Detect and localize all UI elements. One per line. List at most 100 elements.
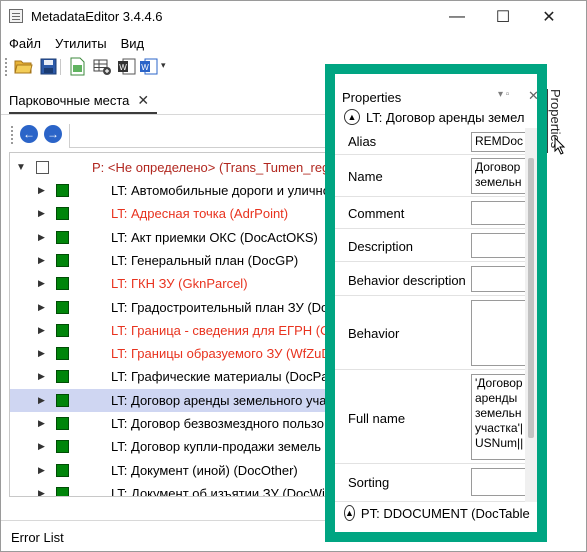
tree-row[interactable]: ▶ LT: Адресная точка (AdrPoint) [10,202,333,225]
tree-row[interactable]: ▶ LT: Графические материалы (DocPart [10,365,334,388]
tree-row[interactable]: ▶ LT: Акт приемки ОКС (DocActOKS) [10,226,333,249]
app-icon [9,9,23,23]
toolbar-overflow-icon[interactable]: ▾ [161,60,166,71]
properties-header: Properties ▾ ▫ ✕ [335,88,537,106]
scrollbar-thumb[interactable] [528,158,534,438]
prop-row-comment: Comment [335,197,531,229]
prop-row-name: Name Договор земельн [335,155,531,197]
expand-arrow-icon[interactable]: ▶ [38,232,48,243]
forward-arrow-icon[interactable]: → [44,125,62,143]
word-template-icon[interactable]: W [139,57,158,76]
maximize-button[interactable]: ☐ [480,1,526,32]
bottom-divider [1,520,331,521]
chevron-up-icon[interactable]: ▲ [344,505,355,521]
expand-arrow-icon[interactable]: ▶ [38,488,48,496]
name-field[interactable]: Договор земельн [471,158,531,194]
section-header[interactable]: ▲ PT: DDOCUMENT (DocTable [335,502,530,524]
back-arrow-icon[interactable]: ← [20,125,38,143]
tree-row[interactable]: ▶ LT: ГКН ЗУ (GknParcel) [10,272,333,295]
expand-arrow-icon[interactable]: ▶ [38,185,48,196]
properties-scrollbar[interactable] [525,128,537,502]
tab-close-icon[interactable]: ✕ [137,92,149,109]
word-export-icon[interactable]: W [117,57,136,76]
prop-row-behavior: Behavior [335,296,531,370]
path-combobox[interactable] [69,124,331,148]
save-icon[interactable] [39,57,58,76]
expand-arrow-icon[interactable]: ▶ [38,278,48,289]
tree-row[interactable]: ▶ LT: Генеральный план (DocGP) [10,249,333,272]
status-square-icon [56,277,69,291]
expand-arrow-icon[interactable]: ▶ [38,208,48,219]
expand-arrow-icon[interactable]: ▶ [38,348,48,359]
expand-arrow-icon[interactable]: ▶ [38,371,48,382]
status-square-icon [56,184,69,197]
tree-row[interactable]: ▶ LT: Договор купли-продажи земель [10,435,333,458]
title-bar: MetadataEditor 3.4.4.6 — ☐ ✕ [1,1,586,32]
expand-arrow-icon[interactable]: ▶ [38,395,48,406]
expand-arrow-icon[interactable]: ▶ [38,302,48,313]
status-square-icon [56,417,69,430]
status-square-icon [56,300,69,314]
table-add-icon[interactable] [93,57,112,76]
prop-row-description: Description [335,229,531,262]
comment-field[interactable] [471,201,531,225]
status-square-icon [56,253,69,267]
expand-arrow-icon[interactable]: ▶ [38,255,48,266]
nav-toolbar-grip[interactable] [11,126,14,144]
tree-row[interactable]: ▶ LT: Градостроительный план ЗУ (Doc [10,296,334,319]
toolbar-grip[interactable] [5,58,8,76]
tree-row[interactable]: ▶ LT: Граница - сведения для ЕГРН (OA [10,319,334,342]
expand-arrow-icon[interactable]: ▶ [38,465,48,476]
tree-row[interactable]: ▶ LT: Границы образуемого ЗУ (WfZuD [10,342,333,365]
tab-parking[interactable]: Парковочные места ✕ [9,89,149,111]
sorting-field[interactable] [471,468,531,496]
full-name-field[interactable]: 'Договор аренды земельн участка'| USNum|… [471,374,531,460]
collapse-arrow-icon[interactable]: ▼ [16,162,26,173]
prop-label: Sorting [348,475,390,490]
tree-row-label: LT: Графические материалы (DocPart [111,369,334,385]
alias-field[interactable]: REMDoc [471,132,531,152]
menu-view[interactable]: Вид [121,36,145,51]
status-square-icon [56,207,69,221]
menu-bar: Файл Утилиты Вид [1,32,586,54]
behavior-field[interactable] [471,300,531,366]
tree-row[interactable]: ▶ LT: Автомобильные дороги и улично [10,179,333,202]
tree-row-label: LT: Граница - сведения для ЕГРН (OA [111,322,334,338]
svg-text:W: W [119,63,127,72]
close-button[interactable]: ✕ [526,1,572,32]
section-header[interactable]: ▲ LT: Договор аренды земел [335,106,525,128]
behavior-description-field[interactable] [471,266,531,292]
window-title: MetadataEditor 3.4.4.6 [31,9,163,24]
tree-row[interactable]: ▶ LT: Документ об изъятии ЗУ (DocWit [10,482,333,496]
document-icon[interactable] [68,57,87,76]
properties-close-icon[interactable]: ✕ [528,88,537,104]
expand-arrow-icon[interactable]: ▶ [38,418,48,429]
tree-row[interactable]: ▶ LT: Документ (иной) (DocOther) [10,459,333,482]
open-folder-icon[interactable] [14,57,33,76]
tree-row-label: LT: Градостроительный план ЗУ (Doc [111,299,334,315]
tree-row-label: LT: Адресная точка (AdrPoint) [111,206,289,222]
tree-row[interactable]: ▶ LT: Договор аренды земельного уча [10,388,333,412]
tree-root-row[interactable]: ▼ P: <Не определено> (Trans_Tumen_regio [10,156,333,179]
expand-arrow-icon[interactable]: ▶ [38,325,48,336]
section-title: LT: Договор аренды земел [366,109,525,125]
tree-row-label: LT: Акт приемки ОКС (DocActOKS) [111,229,318,245]
minimize-button[interactable]: — [434,1,480,32]
prop-label: Name [348,169,383,184]
status-square-icon [56,463,69,477]
tree-row-label: LT: Автомобильные дороги и улично [111,183,330,198]
error-list-tab[interactable]: Error List [11,530,64,545]
tab-label: Парковочные места [9,92,130,108]
expand-arrow-icon[interactable]: ▶ [38,441,48,452]
pin-icon[interactable]: ▾ ▫ [498,89,509,100]
checkbox-empty[interactable] [36,161,49,174]
tree-row-label: LT: Договор безвозмездного пользо [111,416,324,431]
chevron-up-icon[interactable]: ▲ [344,109,360,125]
menu-file[interactable]: Файл [9,36,41,51]
description-field[interactable] [471,233,531,258]
menu-utilities[interactable]: Утилиты [55,36,107,51]
main-window: MetadataEditor 3.4.4.6 — ☐ ✕ Файл Утилит… [0,0,587,552]
tree-row[interactable]: ▶ LT: Договор безвозмездного пользо [10,412,333,435]
mouse-cursor-icon [554,137,566,155]
prop-label: Comment [348,206,405,221]
